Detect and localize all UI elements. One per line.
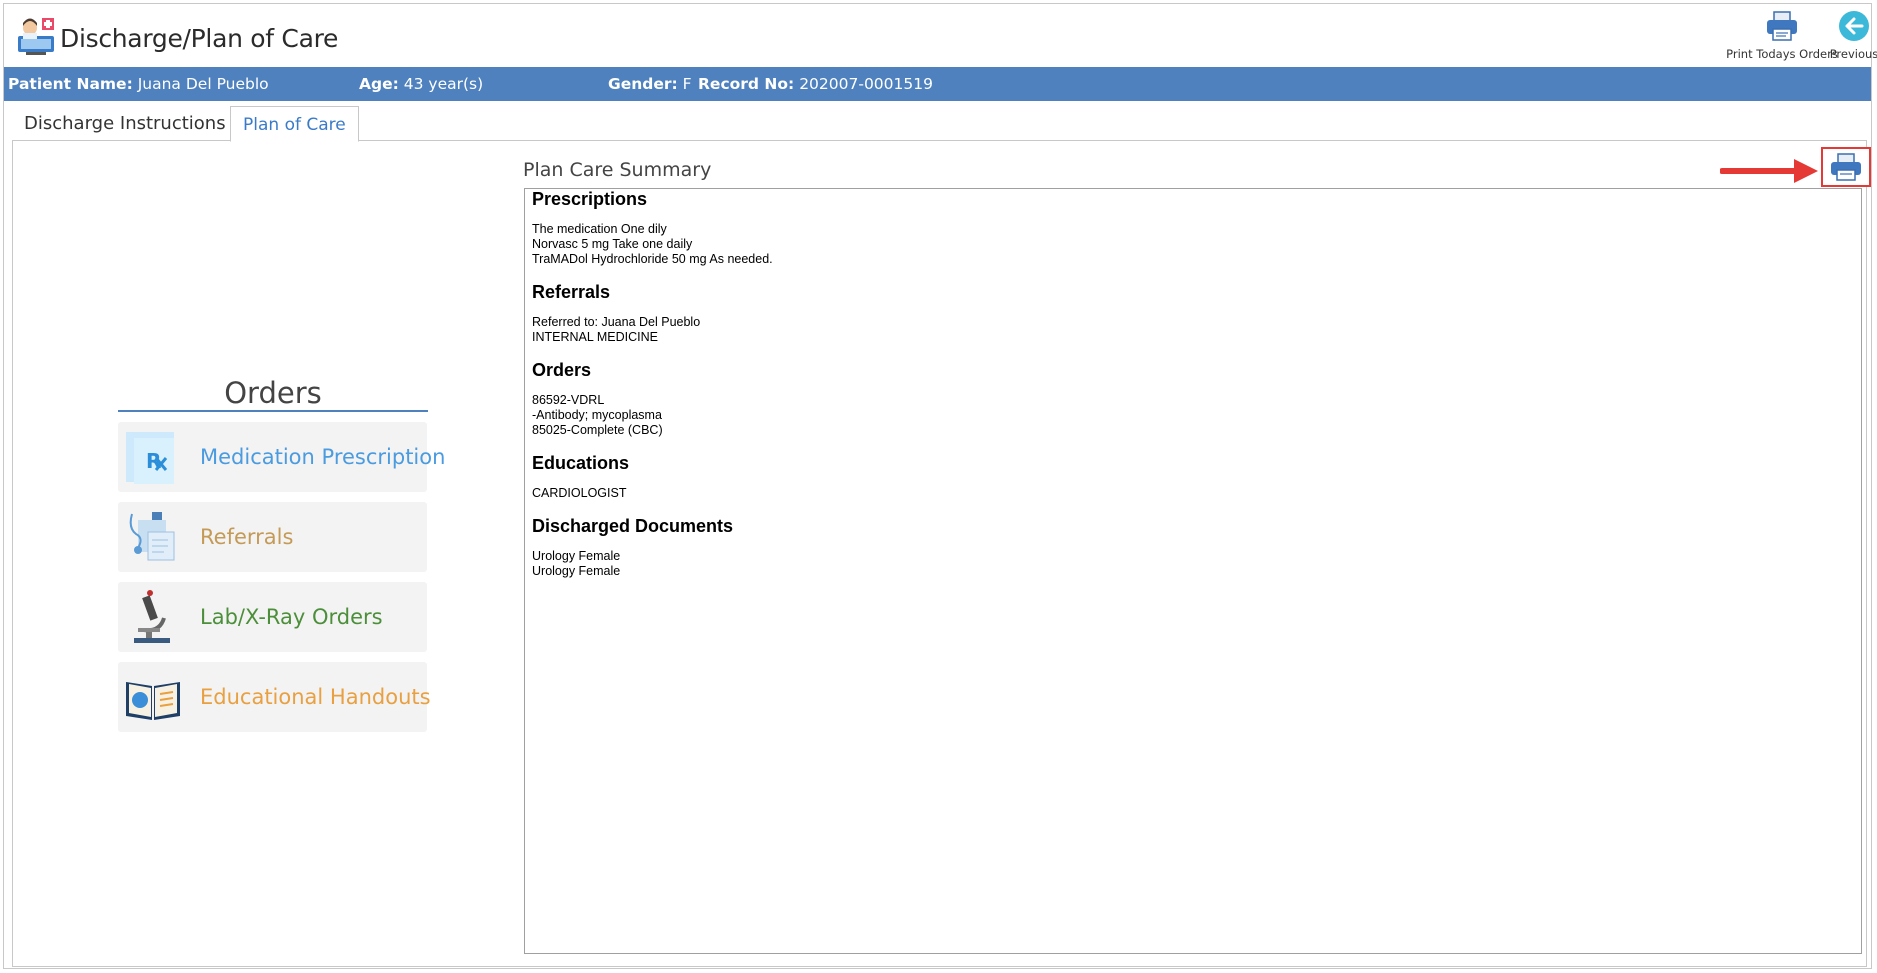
patient-gender-value: F	[682, 75, 692, 93]
section-title: Referrals	[532, 282, 611, 302]
summary-line: TraMADol Hydrochloride 50 mg As needed.	[532, 252, 773, 266]
lab-xray-orders-button[interactable]: Lab/X-Ray Orders	[118, 582, 427, 652]
educational-handouts-button[interactable]: Educational Handouts	[118, 662, 431, 732]
summary-line: 85025-Complete (CBC)	[532, 423, 663, 437]
orders-heading: Orders	[224, 376, 322, 410]
summary-line: CARDIOLOGIST	[532, 486, 627, 500]
section-title: Orders	[532, 360, 592, 380]
patient-name-label: Patient Name:	[8, 75, 133, 93]
medication-prescription-label: Medication Prescription	[200, 445, 446, 469]
patient-name-value: Juana Del Pueblo	[137, 75, 269, 93]
lab-xray-orders-label: Lab/X-Ray Orders	[200, 605, 383, 629]
header: Discharge/Plan of Care Print Todays Orde…	[4, 4, 1877, 64]
summary-line: Referred to: Juana Del Pueblo	[532, 315, 701, 329]
back-arrow-icon	[1839, 11, 1869, 41]
printer-icon	[1767, 11, 1797, 41]
summary-line: The medication One dily	[532, 222, 667, 236]
printer-icon	[1831, 153, 1861, 181]
app-window: Discharge/Plan of Care Print Todays Orde…	[3, 3, 1877, 969]
patient-record-label: Record No:	[698, 75, 795, 93]
summary-line: -Antibody; mycoplasma	[532, 408, 662, 422]
section-title: Discharged Documents	[532, 516, 734, 536]
patient-age-field: Age: 43 year(s)	[359, 67, 483, 101]
summary-line: INTERNAL MEDICINE	[532, 330, 658, 344]
patient-info-bar: Patient Name: Juana Del Pueblo Age: 43 y…	[4, 67, 1871, 101]
patient-age-label: Age:	[359, 75, 399, 93]
medication-prescription-button[interactable]: R Medication Prescription	[118, 422, 445, 492]
book-icon	[126, 682, 180, 720]
educational-handouts-label: Educational Handouts	[200, 685, 431, 709]
tab-plan-of-care[interactable]: Plan of Care	[230, 106, 359, 142]
red-arrow-annotation	[1720, 159, 1818, 183]
summary-line: 86592-VDRL	[532, 393, 605, 407]
doctor-screen-icon	[18, 18, 54, 55]
section-discharged-documents: Discharged Documents Urology Female Urol…	[532, 516, 1854, 579]
patient-age-value: 43 year(s)	[403, 75, 484, 93]
referrals-label: Referrals	[200, 525, 294, 549]
section-orders: Orders 86592-VDRL -Antibody; mycoplasma …	[532, 360, 1854, 438]
summary-line: Urology Female	[532, 549, 621, 563]
plan-care-summary-box: Prescriptions The medication One dily No…	[524, 188, 1862, 954]
patient-gender-label: Gender:	[608, 75, 678, 93]
print-summary-button[interactable]	[1821, 147, 1871, 187]
previous-button[interactable]: Previous	[1826, 10, 1877, 61]
patient-record-field: Record No: 202007-0001519	[698, 67, 933, 101]
section-title: Educations	[532, 453, 630, 473]
prescription-icon: R	[126, 432, 174, 484]
referral-icon	[129, 512, 175, 561]
plan-care-summary-heading: Plan Care Summary	[523, 159, 712, 181]
summary-line: Urology Female	[532, 564, 621, 578]
tab-discharge-instructions[interactable]: Discharge Instructions	[12, 106, 238, 140]
section-educations: Educations CARDIOLOGIST	[532, 453, 1854, 501]
section-title: Prescriptions	[532, 189, 648, 209]
patient-name-field: Patient Name: Juana Del Pueblo	[8, 67, 269, 101]
section-prescriptions: Prescriptions The medication One dily No…	[532, 189, 1854, 267]
previous-label: Previous	[1829, 47, 1877, 61]
patient-record-value: 202007-0001519	[799, 75, 933, 93]
patient-gender-field: Gender: F	[608, 67, 692, 101]
orders-divider	[118, 410, 428, 412]
referrals-button[interactable]: Referrals	[118, 502, 427, 572]
summary-line: Norvasc 5 mg Take one daily	[532, 237, 693, 251]
section-referrals: Referrals Referred to: Juana Del Pueblo …	[532, 282, 1854, 345]
microscope-icon	[134, 590, 170, 643]
page-title: Discharge/Plan of Care	[60, 24, 339, 53]
